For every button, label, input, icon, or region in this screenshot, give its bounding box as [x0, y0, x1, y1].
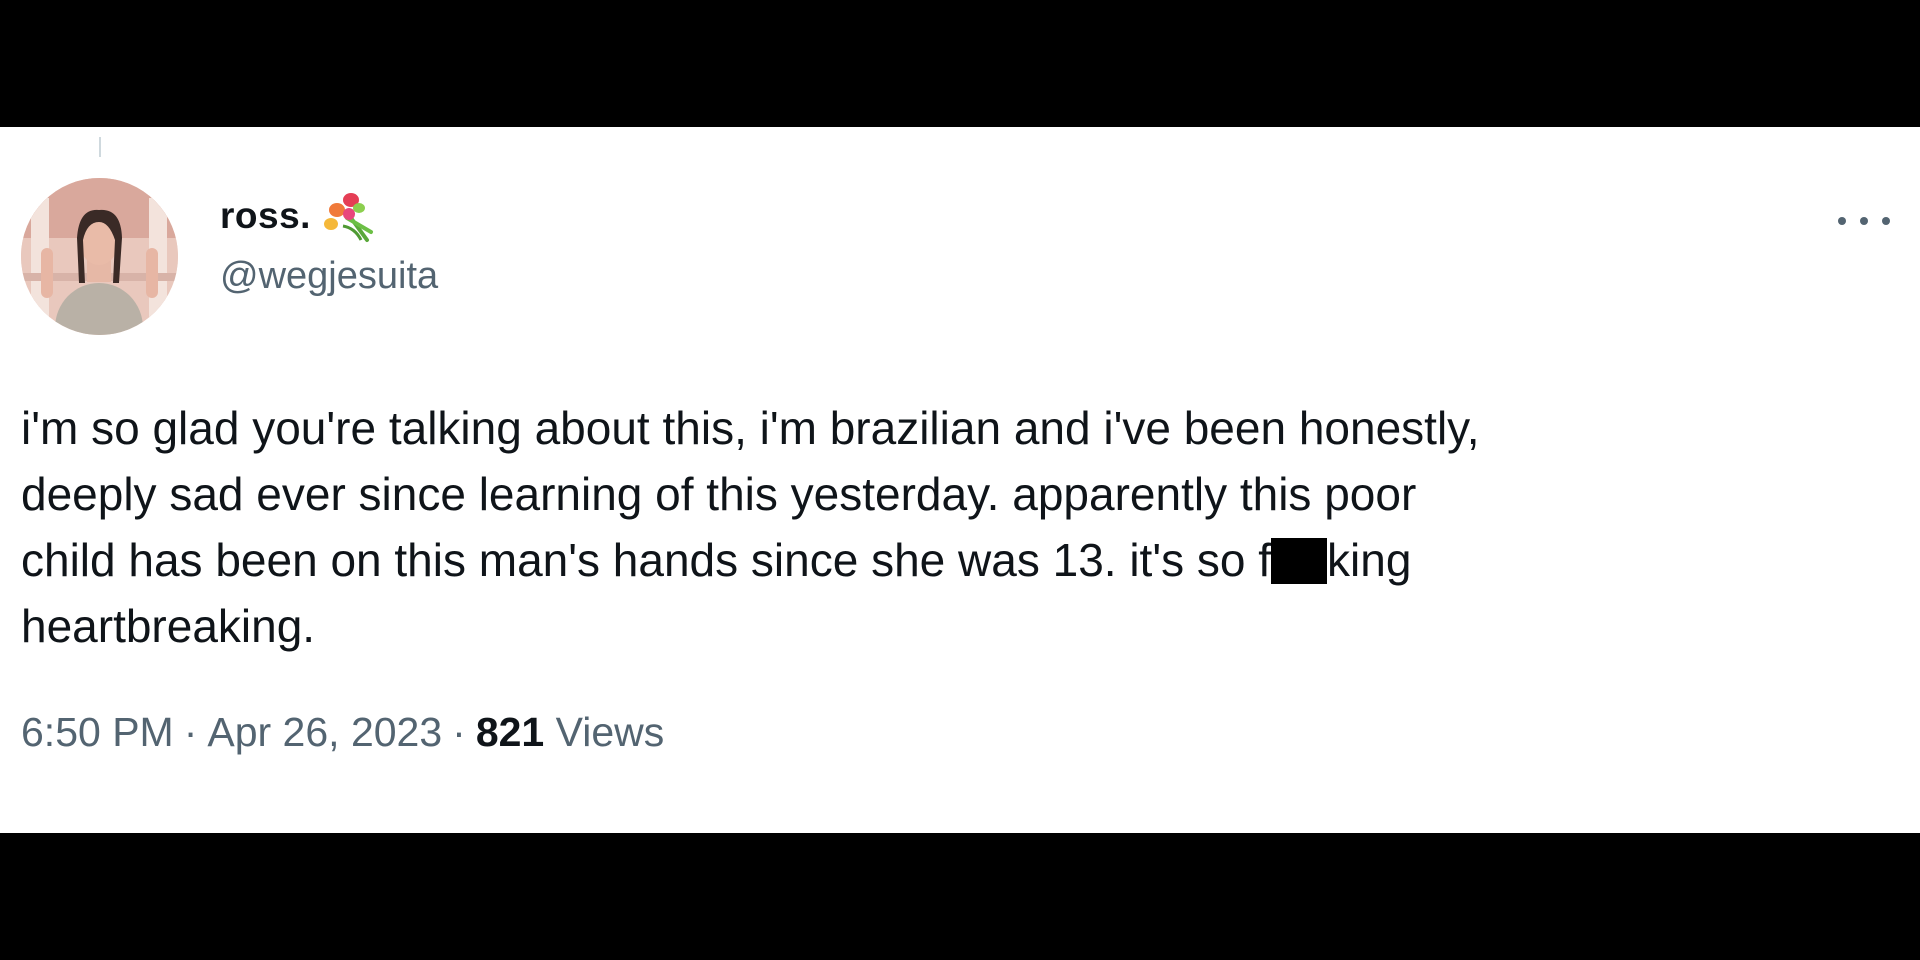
more-horizontal-icon-dot [1860, 217, 1868, 225]
tweet-text-segment: king [1327, 534, 1412, 586]
user-info: ross. @wegjesuita [220, 193, 438, 298]
more-horizontal-icon-dot [1882, 217, 1890, 225]
tweet-text-segment: child has been on this man's hands since… [21, 534, 1272, 586]
tweet-text-line: heartbreaking. [21, 600, 316, 652]
thread-connector-line [99, 137, 101, 157]
user-handle[interactable]: @wegjesuita [220, 255, 438, 298]
tweet-time[interactable]: 6:50 PM [21, 709, 174, 755]
tweet-text-line: i'm so glad you're talking about this, i… [21, 402, 1480, 454]
tweet-text-line: deeply sad ever since learning of this y… [21, 468, 1417, 520]
tweet-text-line: child has been on this man's hands since… [21, 527, 1891, 593]
tweet-date[interactable]: Apr 26, 2023 [207, 709, 442, 755]
tweet-card[interactable]: ross. @wegjesuita i'm so glad you're tal… [0, 127, 1920, 833]
more-horizontal-icon [1838, 217, 1846, 225]
views-count[interactable]: 821 [476, 709, 544, 755]
avatar[interactable] [21, 178, 178, 335]
redaction-block [1271, 538, 1328, 584]
bouquet-icon [321, 188, 377, 244]
meta-separator: · [183, 709, 198, 755]
display-name[interactable]: ross. [220, 195, 311, 237]
screenshot-frame: ross. @wegjesuita i'm so glad you're tal… [0, 0, 1920, 960]
display-name-row: ross. [220, 193, 438, 242]
tweet-text: i'm so glad you're talking about this, i… [21, 395, 1891, 659]
views-label: Views [555, 709, 665, 755]
profile-photo-icon [21, 178, 178, 335]
more-options-button[interactable] [1838, 207, 1890, 235]
tweet-meta: 6:50 PM · Apr 26, 2023 · 821 Views [21, 709, 664, 756]
meta-separator: · [452, 709, 466, 755]
